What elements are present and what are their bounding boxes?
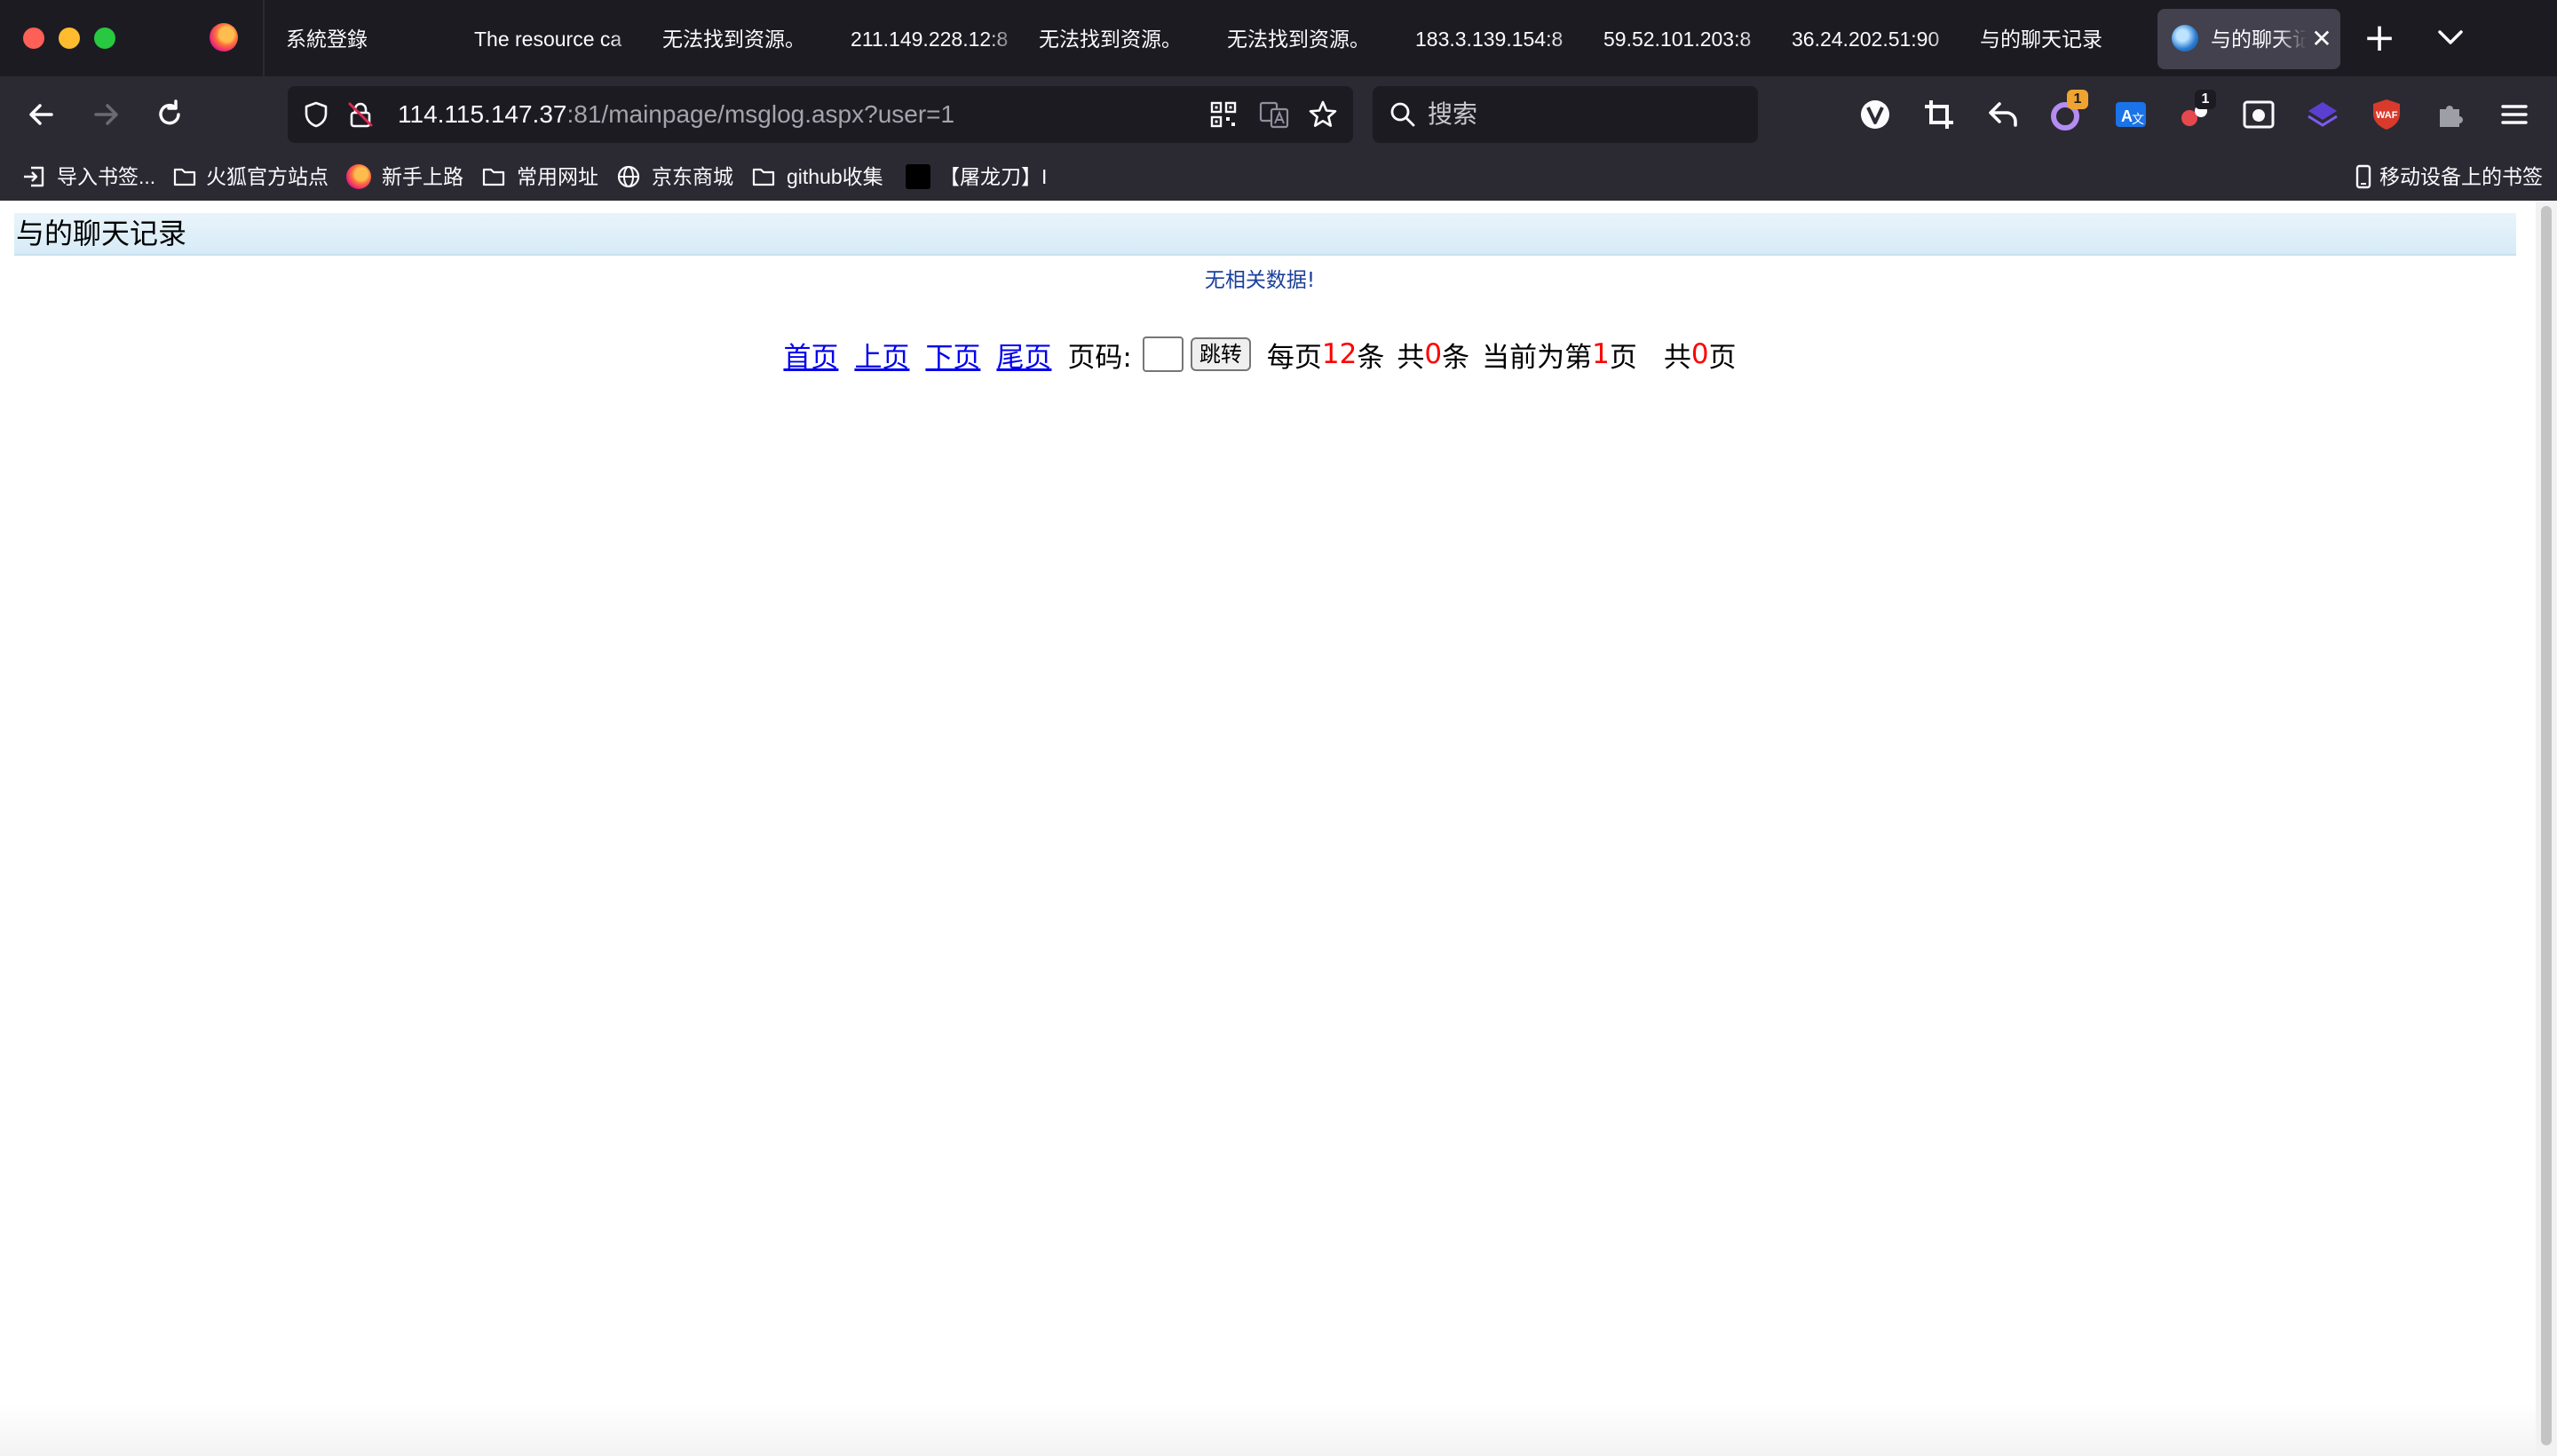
jump-button[interactable]: 跳转: [1190, 337, 1251, 371]
page-number-label: 页码:: [1067, 341, 1132, 374]
empty-message: 无相关数据!: [1204, 269, 1316, 292]
tab-active[interactable]: 与的聊天记 ✕: [2157, 9, 2340, 69]
extension-badge-2: 1: [2195, 90, 2216, 109]
last-page-link[interactable]: 尾页: [996, 335, 1051, 375]
first-page-link[interactable]: 首页: [783, 335, 838, 375]
tab-5[interactable]: 无法找到资源。: [1039, 23, 1213, 55]
puzzle-extensions-icon[interactable]: [2433, 97, 2468, 132]
bookmark-github[interactable]: github收集: [787, 153, 883, 201]
page-title-bar: 与的聊天记录: [14, 213, 2516, 256]
extension-badge: 1: [2067, 90, 2088, 109]
page-title: 与的聊天记录: [16, 217, 187, 250]
scrollbar-thumb[interactable]: [2541, 206, 2552, 1445]
browser-chrome: 系統登錄 The resource ca 无法找到资源。 211.149.228…: [0, 0, 2557, 201]
url-text[interactable]: 114.115.147.37:81/mainpage/msglog.aspx?u…: [398, 86, 954, 143]
bookmark-getting-started[interactable]: 新手上路: [382, 153, 463, 201]
folder-icon: [173, 168, 196, 186]
tab-active-label: 与的聊天记: [2211, 28, 2307, 51]
navigation-toolbar: 114.115.147.37:81/mainpage/msglog.aspx?u…: [0, 76, 2557, 153]
total-count: 0: [1424, 338, 1443, 370]
tab-divider: [263, 0, 265, 76]
total-pages-count: 0: [1690, 338, 1709, 370]
translate-icon[interactable]: [1259, 100, 1289, 129]
total-suffix: 条: [1442, 341, 1470, 374]
tab-9[interactable]: 36.24.202.51:90: [1792, 23, 1966, 55]
globe-icon: [617, 165, 640, 188]
window-minimize-button[interactable]: [59, 28, 80, 49]
per-page-count: 12: [1321, 338, 1358, 370]
reload-icon[interactable]: [149, 94, 190, 135]
svg-text:WAF: WAF: [2376, 110, 2398, 121]
shield-icon[interactable]: [302, 100, 330, 129]
qr-code-icon[interactable]: [1209, 100, 1238, 129]
total-pages-prefix: 共: [1663, 341, 1691, 374]
folder-icon: [482, 168, 505, 186]
current-page-number: 1: [1592, 338, 1610, 370]
tab-3[interactable]: 无法找到资源。: [662, 23, 836, 55]
chevron-down-icon[interactable]: [2433, 20, 2468, 55]
new-tab-button[interactable]: +: [2362, 16, 2397, 60]
layers-extension-icon[interactable]: [2305, 97, 2340, 132]
import-icon: [24, 166, 44, 187]
per-page-suffix: 条: [1357, 341, 1385, 374]
search-bar[interactable]: 搜索: [1373, 86, 1758, 143]
hamburger-menu-icon[interactable]: [2497, 97, 2532, 132]
firefox-icon: [346, 164, 371, 189]
bookmark-star-icon[interactable]: [1307, 99, 1339, 131]
extension-with-badge-2[interactable]: 1: [2177, 90, 2216, 132]
tab-1[interactable]: 系統登錄: [286, 23, 460, 55]
pagination: 首页 上页 下页 尾页 页码: 跳转 每页 12 条 共0条 当前为第 1 页 共0页: [0, 332, 2520, 376]
dragon-sword-icon: [906, 164, 930, 189]
mobile-device-icon: [2355, 164, 2371, 189]
current-page-suffix: 页: [1609, 341, 1637, 374]
bookmark-jd[interactable]: 京东商城: [652, 153, 733, 201]
translate-extension-icon[interactable]: A 文: [2113, 97, 2149, 132]
search-placeholder: 搜索: [1428, 100, 1478, 128]
svg-text:文: 文: [2132, 113, 2144, 127]
tab-8[interactable]: 59.52.101.203:8: [1603, 23, 1777, 55]
total-pages-suffix: 页: [1708, 341, 1737, 374]
undo-arrow-icon[interactable]: [1985, 97, 2021, 132]
folder-icon: [752, 168, 775, 186]
insecure-lock-icon[interactable]: [346, 100, 375, 129]
globe-favicon-icon: [2172, 25, 2198, 51]
tab-2[interactable]: The resource ca: [474, 23, 648, 55]
current-page-prefix: 当前为第: [1482, 341, 1593, 374]
total-prefix: 共: [1397, 341, 1425, 374]
crop-screenshot-icon[interactable]: [1921, 97, 1957, 132]
tab-7[interactable]: 183.3.139.154:8: [1415, 23, 1589, 55]
window-close-button[interactable]: [23, 28, 44, 49]
prev-page-link[interactable]: 上页: [854, 335, 909, 375]
search-icon: [1390, 102, 1415, 127]
vertical-scrollbar[interactable]: [2536, 201, 2557, 1456]
bookmark-firefox-sites[interactable]: 火狐官方站点: [206, 153, 329, 201]
tab-4[interactable]: 211.149.228.12:8: [851, 23, 1025, 55]
next-page-link[interactable]: 下页: [925, 335, 980, 375]
bottom-shadow: [0, 1403, 2536, 1456]
window-maximize-button[interactable]: [94, 28, 115, 49]
bookmarks-toolbar: 导入书签... 火狐官方站点 新手上路 常用网址 京东商城 github收集 【…: [0, 153, 2557, 201]
tab-6[interactable]: 无法找到资源。: [1227, 23, 1401, 55]
page-content: 与的聊天记录 无相关数据! 首页 上页 下页 尾页 页码: 跳转 每页 12 条 共…: [0, 201, 2536, 1456]
forward-arrow-icon[interactable]: [85, 94, 126, 135]
bookmark-import[interactable]: 导入书签...: [57, 153, 155, 201]
url-host: 114.115.147.37: [398, 100, 567, 128]
tab-bar: 系統登錄 The resource ca 无法找到资源。 211.149.228…: [0, 0, 2557, 76]
url-path: :81/mainpage/msglog.aspx?user=1: [566, 100, 955, 128]
close-tab-icon[interactable]: ✕: [2308, 23, 2335, 55]
mobile-bookmarks[interactable]: 移动设备上的书签: [2379, 153, 2543, 201]
firefox-icon: [210, 23, 238, 51]
page-number-input[interactable]: [1142, 336, 1184, 372]
bookmark-common-sites[interactable]: 常用网址: [517, 153, 598, 201]
vimium-extension-icon[interactable]: [1857, 97, 1893, 132]
tab-10[interactable]: 与的聊天记录: [1980, 23, 2154, 55]
waf-shield-icon[interactable]: WAF: [2369, 97, 2404, 132]
extension-with-badge[interactable]: 1: [2049, 90, 2088, 132]
address-bar[interactable]: 114.115.147.37:81/mainpage/msglog.aspx?u…: [288, 86, 1353, 143]
camera-extension-icon[interactable]: [2241, 97, 2276, 132]
back-arrow-icon[interactable]: [21, 94, 62, 135]
per-page-prefix: 每页: [1266, 341, 1322, 374]
bookmark-dragon-sword[interactable]: 【屠龙刀】I: [939, 153, 1047, 201]
